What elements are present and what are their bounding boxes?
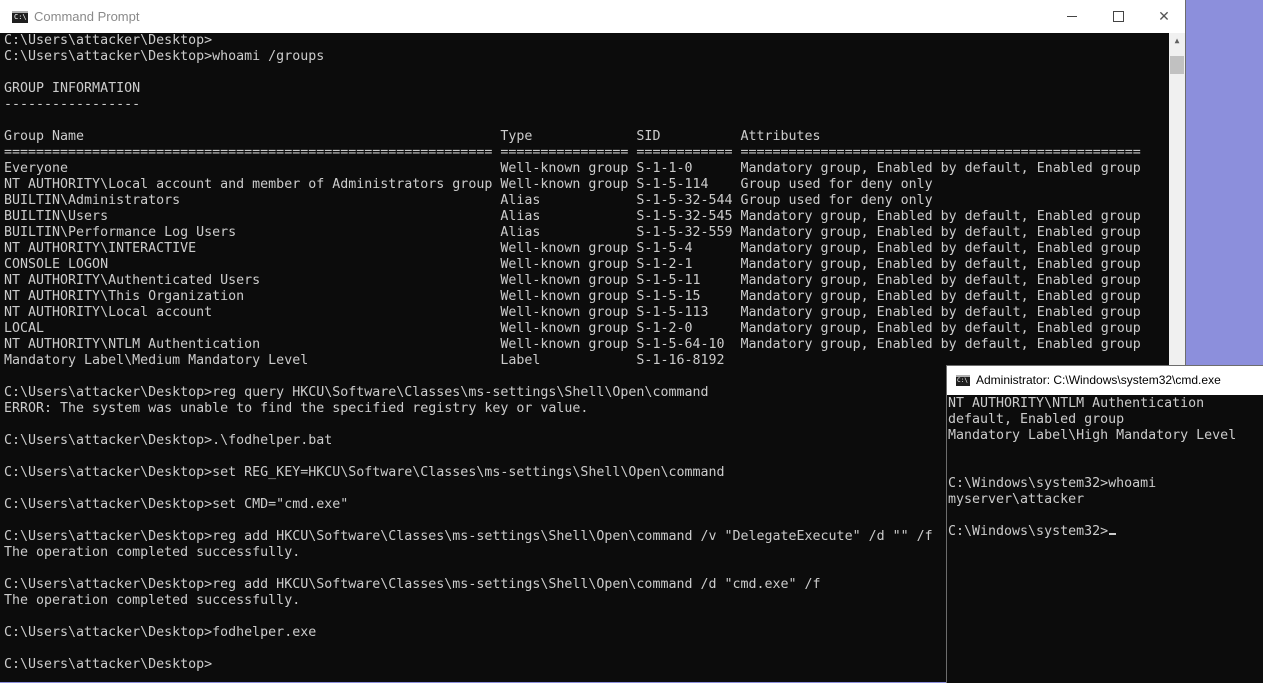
admin-window-title: Administrator: C:\Windows\system32\cmd.e… bbox=[976, 373, 1221, 387]
console-line: NT AUTHORITY\Local account Well-known gr… bbox=[4, 305, 1141, 320]
scrollbar-thumb[interactable] bbox=[1170, 56, 1184, 74]
console-line: NT AUTHORITY\Authenticated Users Well-kn… bbox=[4, 273, 1141, 288]
minimize-button[interactable] bbox=[1049, 0, 1095, 33]
window-title: Command Prompt bbox=[34, 9, 140, 24]
console-line: C:\Users\attacker\Desktop>whoami /groups bbox=[4, 49, 325, 64]
admin-console-output[interactable]: NT AUTHORITY\NTLM Authentication default,… bbox=[948, 396, 1262, 540]
console-line: Mandatory Label\High Mandatory Level bbox=[948, 428, 1237, 443]
console-line: ----------------- bbox=[4, 97, 141, 112]
console-line: C:\Windows\system32>whoami bbox=[948, 476, 1157, 491]
console-line: ========================================… bbox=[4, 145, 1141, 160]
close-icon: ✕ bbox=[1158, 8, 1170, 24]
console-line: C:\Windows\system32> bbox=[948, 524, 1262, 540]
console-line: LOCAL Well-known group S-1-2-0 Mandatory… bbox=[4, 321, 1141, 336]
console-line: Everyone Well-known group S-1-1-0 Mandat… bbox=[4, 161, 1141, 176]
text-cursor bbox=[1109, 533, 1117, 535]
scroll-up-icon[interactable]: ▲ bbox=[1169, 33, 1185, 49]
cmd-icon: C:\ bbox=[956, 375, 970, 386]
console-line: C:\Users\attacker\Desktop> bbox=[4, 33, 213, 48]
maximize-button[interactable] bbox=[1095, 0, 1141, 33]
admin-title-bar[interactable]: C:\ Administrator: C:\Windows\system32\c… bbox=[947, 366, 1263, 395]
console-line: NT AUTHORITY\INTERACTIVE Well-known grou… bbox=[4, 241, 1141, 256]
cmd-icon: C:\ bbox=[12, 11, 28, 23]
console-line: Group Name Type SID Attributes bbox=[4, 129, 821, 144]
close-button[interactable]: ✕ bbox=[1141, 0, 1187, 33]
console-line: NT AUTHORITY\Local account and member of… bbox=[4, 177, 933, 192]
console-line: NT AUTHORITY\This Organization Well-know… bbox=[4, 289, 1141, 304]
admin-cmd-window[interactable]: C:\ Administrator: C:\Windows\system32\c… bbox=[946, 365, 1263, 683]
minimize-icon bbox=[1067, 16, 1077, 17]
console-line: NT AUTHORITY\NTLM Authentication Well-kn… bbox=[4, 337, 1141, 352]
console-line: NT AUTHORITY\NTLM Authentication bbox=[948, 396, 1205, 411]
console-line: GROUP INFORMATION bbox=[4, 81, 141, 96]
console-line: CONSOLE LOGON Well-known group S-1-2-1 M… bbox=[4, 257, 1141, 272]
title-bar[interactable]: C:\ Command Prompt ✕ bbox=[0, 0, 1185, 33]
maximize-icon bbox=[1113, 11, 1124, 22]
console-line: BUILTIN\Administrators Alias S-1-5-32-54… bbox=[4, 193, 933, 208]
console-line: default, Enabled group bbox=[948, 412, 1125, 427]
console-line: myserver\attacker bbox=[948, 492, 1085, 507]
console-line: BUILTIN\Users Alias S-1-5-32-545 Mandato… bbox=[4, 209, 1141, 224]
console-line: BUILTIN\Performance Log Users Alias S-1-… bbox=[4, 225, 1141, 240]
